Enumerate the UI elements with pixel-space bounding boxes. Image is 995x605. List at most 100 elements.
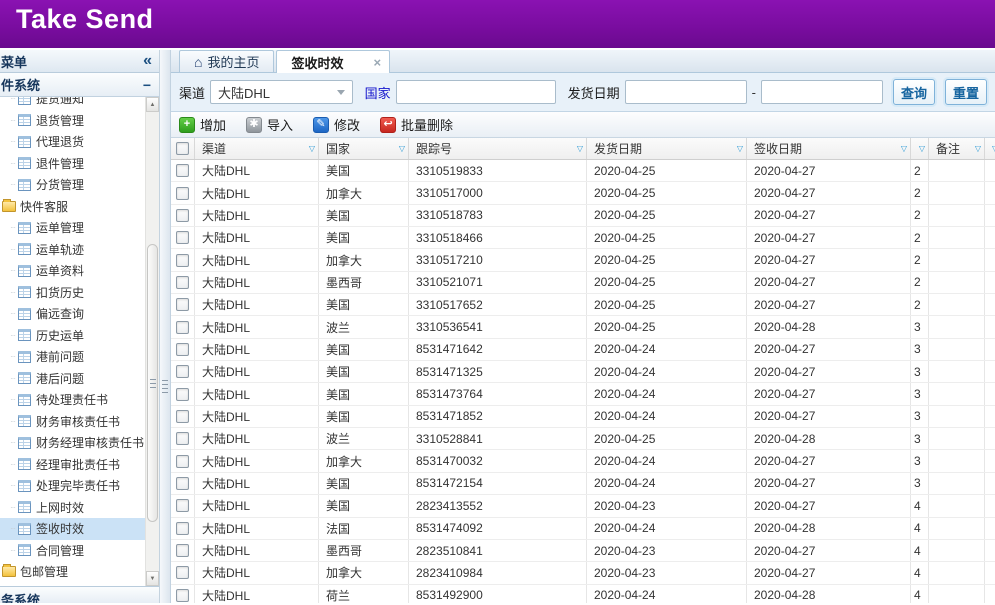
column-header-发货日期[interactable]: 发货日期▽	[587, 138, 747, 159]
column-header-days[interactable]: ▽	[911, 138, 929, 159]
row-checkbox[interactable]	[176, 321, 189, 334]
sidebar-item-运单管理[interactable]: 运单管理	[0, 217, 145, 239]
close-tab-icon[interactable]: ×	[374, 55, 382, 70]
sidebar-scrollbar[interactable]: ▲ ▼	[145, 97, 159, 586]
row-checkbox[interactable]	[176, 499, 189, 512]
row-checkbox[interactable]	[176, 343, 189, 356]
row-checkbox[interactable]	[176, 298, 189, 311]
scroll-down-icon[interactable]: ▼	[146, 571, 159, 586]
tab-sign-timeliness[interactable]: 签收时效 ×	[276, 50, 390, 73]
column-header-国家[interactable]: 国家▽	[319, 138, 409, 159]
sidebar-bottom-section[interactable]: 务系统	[0, 586, 159, 603]
table-row[interactable]: 大陆DHL美国85314713252020-04-242020-04-273	[171, 361, 995, 383]
table-row[interactable]: 大陆DHL加拿大33105170002020-04-252020-04-272	[171, 182, 995, 204]
table-row[interactable]: 大陆DHL波兰33105365412020-04-252020-04-283	[171, 316, 995, 338]
column-header-渠道[interactable]: 渠道▽	[195, 138, 319, 159]
filter-arrow-icon[interactable]: ▽	[309, 144, 315, 153]
row-checkbox[interactable]	[176, 254, 189, 267]
collapse-sidebar-icon[interactable]: «	[143, 53, 152, 69]
sidebar-splitter[interactable]	[160, 50, 171, 603]
row-checkbox[interactable]	[176, 276, 189, 289]
sidebar-scrollbar-thumb[interactable]	[147, 244, 158, 523]
sidebar-item-签收时效[interactable]: 签收时效	[0, 518, 145, 540]
date-from-input[interactable]	[625, 80, 747, 104]
sidebar-item-分货管理[interactable]: 分货管理	[0, 174, 145, 196]
column-header-签收日期[interactable]: 签收日期▽	[747, 138, 911, 159]
table-row[interactable]: 大陆DHL美国85314721542020-04-242020-04-273	[171, 473, 995, 495]
row-checkbox[interactable]	[176, 231, 189, 244]
sidebar-item-偏远查询[interactable]: 偏远查询	[0, 303, 145, 325]
sidebar-item-扣货历史[interactable]: 扣货历史	[0, 282, 145, 304]
table-row[interactable]: 大陆DHL美国33105184662020-04-252020-04-272	[171, 227, 995, 249]
sidebar-item-提货通知[interactable]: 提货通知	[0, 97, 145, 110]
sidebar-item-快件客服[interactable]: 快件客服	[0, 196, 145, 218]
scroll-up-icon[interactable]: ▲	[146, 97, 159, 112]
table-row[interactable]: 大陆DHL美国33105176522020-04-252020-04-272	[171, 294, 995, 316]
table-row[interactable]: 大陆DHL美国33105198332020-04-252020-04-272	[171, 160, 995, 182]
row-checkbox[interactable]	[176, 477, 189, 490]
sidebar-item-合同管理[interactable]: 合同管理	[0, 540, 145, 562]
sidebar-item-代理退货[interactable]: 代理退货	[0, 131, 145, 153]
batch-delete-button[interactable]: ↩ 批量删除	[380, 115, 453, 134]
filter-arrow-icon[interactable]: ▽	[399, 144, 405, 153]
sidebar-item-运单资料[interactable]: 运单资料	[0, 260, 145, 282]
sidebar-item-处理完毕责任书[interactable]: 处理完毕责任书	[0, 475, 145, 497]
sidebar-item-财务审核责任书[interactable]: 财务审核责任书	[0, 411, 145, 433]
table-row[interactable]: 大陆DHL美国85314716422020-04-242020-04-273	[171, 339, 995, 361]
sidebar-item-包邮管理[interactable]: 包邮管理	[0, 561, 145, 583]
row-checkbox[interactable]	[176, 365, 189, 378]
import-button[interactable]: ✱ 导入	[246, 115, 293, 134]
sidebar-item-经理审批责任书[interactable]: 经理审批责任书	[0, 454, 145, 476]
table-row[interactable]: 大陆DHL荷兰85314929002020-04-242020-04-284	[171, 585, 995, 603]
edit-button[interactable]: ✎ 修改	[313, 115, 360, 134]
tab-my-homepage[interactable]: ⌂ 我的主页	[179, 50, 274, 72]
sidebar-item-财务经理审核责任书[interactable]: 财务经理审核责任书	[0, 432, 145, 454]
table-row[interactable]: 大陆DHL法国85314740922020-04-242020-04-284	[171, 518, 995, 540]
table-row[interactable]: 大陆DHL墨西哥33105210712020-04-252020-04-272	[171, 272, 995, 294]
row-checkbox[interactable]	[176, 566, 189, 579]
column-header-备注[interactable]: 备注▽	[929, 138, 985, 159]
row-checkbox[interactable]	[176, 432, 189, 445]
row-checkbox[interactable]	[176, 522, 189, 535]
sidebar-item-上网时效[interactable]: 上网时效	[0, 497, 145, 519]
sidebar-item-港前问题[interactable]: 港前问题	[0, 346, 145, 368]
table-row[interactable]: 大陆DHL波兰33105288412020-04-252020-04-283	[171, 428, 995, 450]
collapse-section-icon[interactable]: −	[143, 77, 151, 93]
filter-arrow-icon[interactable]: ▽	[577, 144, 583, 153]
row-checkbox[interactable]	[176, 209, 189, 222]
reset-button[interactable]: 重置	[945, 79, 987, 105]
select-all-checkbox[interactable]	[176, 142, 189, 155]
column-header-extra[interactable]: ▽	[985, 138, 995, 159]
channel-select[interactable]: 大陆DHL	[210, 80, 353, 104]
filter-arrow-icon[interactable]: ▽	[901, 144, 907, 153]
filter-arrow-icon[interactable]: ▽	[919, 144, 925, 153]
add-button[interactable]: + 增加	[179, 115, 226, 134]
sidebar-item-待处理责任书[interactable]: 待处理责任书	[0, 389, 145, 411]
country-input[interactable]	[396, 80, 556, 104]
row-checkbox[interactable]	[176, 187, 189, 200]
table-row[interactable]: 大陆DHL美国28234135522020-04-232020-04-274	[171, 495, 995, 517]
date-to-input[interactable]	[761, 80, 883, 104]
sidebar-item-港后问题[interactable]: 港后问题	[0, 368, 145, 390]
sidebar-section-header[interactable]: 件系统 −	[0, 73, 159, 97]
sidebar-item-运单轨迹[interactable]: 运单轨迹	[0, 239, 145, 261]
table-row[interactable]: 大陆DHL加拿大85314700322020-04-242020-04-273	[171, 450, 995, 472]
sidebar-item-退件管理[interactable]: 退件管理	[0, 153, 145, 175]
table-row[interactable]: 大陆DHL美国33105187832020-04-252020-04-272	[171, 205, 995, 227]
row-checkbox[interactable]	[176, 410, 189, 423]
table-row[interactable]: 大陆DHL加拿大28234109842020-04-232020-04-274	[171, 562, 995, 584]
row-checkbox[interactable]	[176, 589, 189, 602]
table-row[interactable]: 大陆DHL美国85314718522020-04-242020-04-273	[171, 406, 995, 428]
column-header-跟踪号[interactable]: 跟踪号▽	[409, 138, 587, 159]
sidebar-item-历史运单[interactable]: 历史运单	[0, 325, 145, 347]
table-row[interactable]: 大陆DHL墨西哥28235108412020-04-232020-04-274	[171, 540, 995, 562]
table-row[interactable]: 大陆DHL美国85314737642020-04-242020-04-273	[171, 383, 995, 405]
row-checkbox[interactable]	[176, 388, 189, 401]
filter-arrow-icon[interactable]: ▽	[975, 144, 981, 153]
row-checkbox[interactable]	[176, 164, 189, 177]
search-button[interactable]: 查询	[893, 79, 935, 105]
table-row[interactable]: 大陆DHL加拿大33105172102020-04-252020-04-272	[171, 249, 995, 271]
sidebar-item-退货管理[interactable]: 退货管理	[0, 110, 145, 132]
row-checkbox[interactable]	[176, 455, 189, 468]
row-checkbox[interactable]	[176, 544, 189, 557]
